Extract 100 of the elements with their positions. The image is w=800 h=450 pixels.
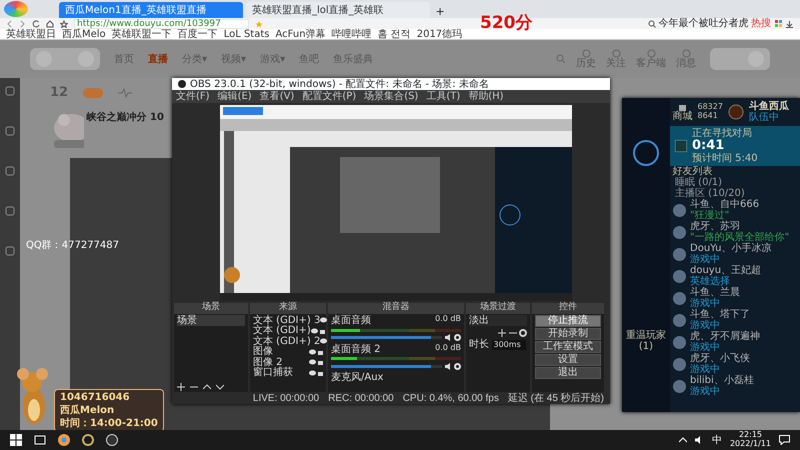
browser-logo-icon[interactable]: [4, 1, 28, 17]
notification-icon[interactable]: [779, 435, 790, 445]
star-icon[interactable]: [60, 20, 68, 28]
friend-name[interactable]: 虎、牙不屑遍神: [690, 331, 760, 342]
add-icon[interactable]: [177, 383, 185, 391]
bookmark-link[interactable]: 英雄联盟日: [6, 28, 56, 40]
friend-avatar: [673, 380, 686, 393]
control-button[interactable]: 停止推流: [535, 315, 601, 327]
clock-time[interactable]: 22:15: [738, 431, 762, 440]
new-tab-button[interactable]: +: [433, 6, 448, 18]
browser-tab[interactable]: 西瓜Melon1直播_英雄联盟直播: [59, 2, 243, 18]
volume-slider-fill[interactable]: [331, 364, 431, 368]
bookmark-link[interactable]: LoL Stats: [224, 28, 270, 40]
channel-name: 桌面音频 2: [331, 344, 381, 354]
store-label[interactable]: 商城: [672, 111, 692, 122]
control-button[interactable]: 设置: [535, 354, 601, 366]
source-item[interactable]: 文本 (GDI+) 3: [253, 314, 320, 326]
back-icon[interactable]: [6, 20, 13, 28]
friend-avatar: [673, 248, 686, 261]
menu-item[interactable]: 编辑(E): [218, 91, 252, 102]
reload-icon[interactable]: [32, 20, 40, 28]
settings-icon[interactable]: [519, 328, 527, 336]
settings-icon[interactable]: [454, 334, 461, 341]
apps-icon[interactable]: [774, 19, 782, 28]
bookmark-link[interactable]: 2017德玛: [416, 28, 462, 40]
bookmark-link[interactable]: 英雄联盟一下: [112, 28, 172, 40]
browser-tab[interactable]: 英雄联盟直播_lol直播_英雄联: [246, 2, 430, 18]
download-icon[interactable]: [785, 20, 794, 28]
windows-start-icon[interactable]: [10, 434, 22, 446]
source-item[interactable]: 文本 (GDI+) 2: [253, 336, 320, 347]
volume-slider-fill[interactable]: [331, 336, 431, 339]
friend-name[interactable]: 斗鱼、自中666: [690, 199, 760, 210]
friend-avatar: [673, 226, 686, 239]
bookmark-star-icon[interactable]: [255, 20, 263, 28]
profile-avatar-icon[interactable]: [728, 104, 744, 120]
source-item[interactable]: 图像: [253, 346, 273, 358]
sidebar-icon[interactable]: [5, 126, 15, 136]
menu-item[interactable]: 配置文件(P): [302, 91, 356, 102]
window-title: OBS 23.0.1 (32-bit, windows) - 配置文件: 未命名 - 场景: 未命名: [190, 78, 489, 90]
points-amount: 8641: [698, 112, 719, 121]
sidebar-icon[interactable]: [5, 166, 15, 176]
dock-title: 来源: [250, 303, 326, 314]
search-suggestion[interactable]: 今年最个被吐分者虎: [658, 18, 748, 29]
sidebar-icon[interactable]: [5, 246, 15, 256]
task-view-icon[interactable]: [34, 435, 46, 445]
menu-item[interactable]: 帮助(H): [468, 91, 504, 102]
speaker-icon[interactable]: [444, 334, 452, 341]
speaker-icon[interactable]: [444, 362, 452, 370]
bookmark-link[interactable]: 西瓜Melo: [62, 28, 106, 40]
toggle-icon[interactable]: [83, 88, 104, 98]
menu-item[interactable]: 文件(F): [176, 91, 210, 102]
address-field[interactable]: https://www.douyu.com/103997: [74, 18, 249, 28]
duration-label: 时长: [469, 339, 489, 350]
game-client-icon[interactable]: [82, 434, 94, 446]
friend-name[interactable]: 虎牙、苏羽: [690, 221, 790, 232]
settings-icon[interactable]: [454, 362, 461, 370]
bookmark-link[interactable]: AcFun弹幕: [275, 28, 326, 40]
scene-item[interactable]: 场景: [177, 315, 245, 326]
down-icon[interactable]: [216, 383, 224, 391]
tray-expand-icon[interactable]: [678, 437, 687, 443]
menu-item[interactable]: 工具(T): [426, 91, 460, 102]
bookmark-link[interactable]: 홈 전적: [378, 28, 411, 40]
friend-name[interactable]: 虎牙、小飞侠: [690, 353, 750, 364]
friend-group[interactable]: 主播区 (10/20): [670, 188, 800, 200]
friend-name[interactable]: DouYu、小手冰凉: [690, 243, 772, 254]
transition-select[interactable]: 淡出: [469, 315, 527, 326]
forward-icon[interactable]: [19, 20, 26, 28]
clock-date[interactable]: 2022/1/11: [730, 440, 771, 449]
dock-title: 场景: [174, 303, 248, 314]
menu-item[interactable]: 查看(V): [260, 91, 294, 102]
dock-title: 场景过渡: [466, 303, 530, 314]
friend-name[interactable]: 斗鱼、塔下了: [690, 309, 750, 320]
add-icon[interactable]: [498, 328, 506, 336]
friend-avatar: [673, 204, 686, 217]
friend-name[interactable]: bilibi、小磊桂: [690, 375, 754, 386]
search-icon[interactable]: [648, 20, 656, 28]
control-button[interactable]: 退出: [535, 367, 601, 379]
status-text: 延迟 (在 45 秒后开始): [508, 392, 604, 404]
source-item[interactable]: 文本 (GDI+): [253, 325, 311, 336]
info-line: 1046716046: [60, 392, 131, 403]
control-button[interactable]: 工作室模式: [535, 341, 601, 353]
menu-item[interactable]: 场景集合(S): [364, 91, 418, 102]
friend-name[interactable]: douyu、王妃超: [690, 265, 762, 276]
lock-icon[interactable]: [320, 328, 326, 334]
obs-icon[interactable]: [106, 434, 118, 446]
sidebar-icon[interactable]: [5, 206, 15, 216]
bookmark-link[interactable]: 哔哩哔哩: [332, 28, 372, 40]
store-icon[interactable]: [678, 102, 687, 111]
browser-icon[interactable]: [58, 434, 70, 446]
source-item[interactable]: 图像 2: [253, 356, 283, 368]
input-method-indicator[interactable]: 中: [712, 434, 722, 446]
control-button[interactable]: 开始录制: [535, 328, 601, 340]
source-item[interactable]: 窗口捕获: [253, 367, 293, 378]
up-icon[interactable]: [203, 383, 211, 391]
bookmark-link[interactable]: 百度一下: [178, 28, 218, 40]
duration-field[interactable]: 300ms: [492, 340, 526, 350]
sidebar-icon[interactable]: [5, 86, 15, 96]
friend-name[interactable]: 斗鱼、兰晨: [690, 287, 740, 298]
home-icon[interactable]: [46, 20, 54, 28]
friend-group[interactable]: 睡眠 (0/1): [670, 177, 800, 188]
